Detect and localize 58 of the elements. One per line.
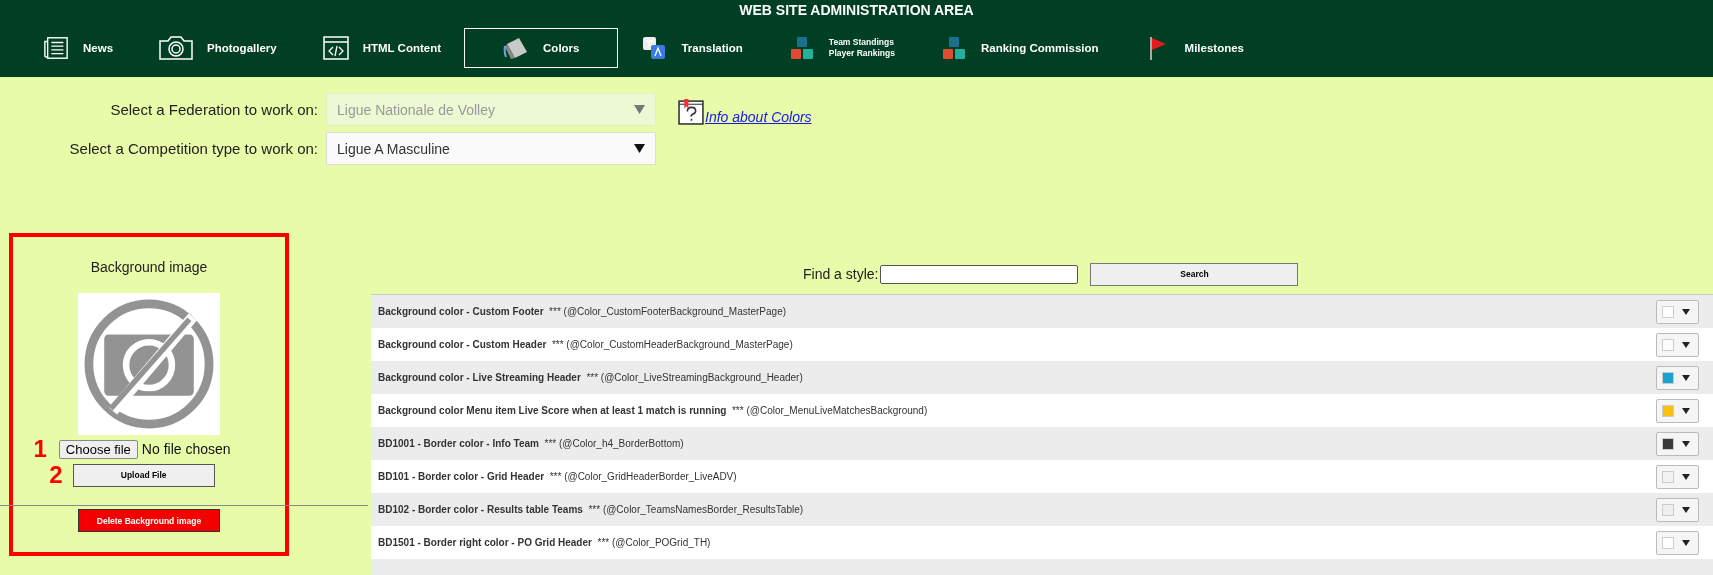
caret-icon	[1682, 407, 1690, 414]
delete-button[interactable]: Delete Background image	[78, 509, 220, 532]
help-book-icon	[678, 98, 705, 125]
color-picker[interactable]	[1656, 431, 1699, 456]
translate-icon	[641, 36, 668, 60]
color-picker[interactable]	[1656, 398, 1699, 423]
color-picker[interactable]	[1656, 530, 1699, 555]
caret-icon	[1682, 341, 1690, 348]
style-name: Background color Menu item Live Score when at least 1 match is running *** (@Color_MenuLiveMatchesBackground)	[378, 405, 928, 416]
nav-tab[interactable]: HTML Content	[299, 28, 465, 68]
style-name: BD102 - Border color - Results table Teams *** (@Color_TeamsNamesBorder_ResultsTable)	[378, 504, 804, 515]
color-picker[interactable]	[1656, 365, 1699, 390]
search-field[interactable]	[880, 264, 1079, 284]
selector-label: Select a Competition type to work on:	[68, 140, 319, 157]
dropdown[interactable]: Ligue A Masculine	[326, 132, 656, 165]
code-window-icon	[322, 36, 349, 60]
selector-label: Select a Federation to work on:	[109, 101, 319, 118]
panel-title: Background image	[90, 259, 208, 275]
color-picker[interactable]	[1656, 464, 1699, 489]
style-name: Background color - Custom Header *** (@Color_CustomHeaderBackground_MasterPage)	[378, 339, 793, 350]
style-name: BD1001 - Border color - Info Team *** (@Color_h4_BorderBottom)	[378, 438, 684, 449]
caret-icon	[634, 144, 645, 153]
caret-icon	[1682, 308, 1690, 315]
caret-icon	[634, 105, 645, 114]
search-button[interactable]: Search	[1090, 262, 1299, 286]
search-label: Find a style:	[803, 266, 879, 282]
nav-tab[interactable]: Team Standings Player Rankings	[765, 28, 918, 68]
site-title: WEB SITE ADMINISTRATION AREA	[738, 1, 975, 20]
nav-tab[interactable]: News	[20, 28, 137, 68]
nav-tab[interactable]: Ranking Commission	[918, 28, 1122, 68]
paint-bucket-icon	[503, 36, 530, 60]
file-status: No file chosen	[141, 441, 231, 457]
color-picker[interactable]	[1656, 497, 1699, 522]
color-picker[interactable]	[1656, 299, 1699, 324]
newspaper-icon	[43, 36, 69, 60]
style-name: Background color - Live Streaming Header *** (@Color_LiveStreamingBackground_Header)	[378, 372, 803, 383]
step-number: 1	[33, 437, 47, 461]
style-name: BD1501 - Border right color - PO Grid Header *** (@Color_POGrid_TH)	[378, 537, 711, 548]
caret-icon	[1682, 539, 1690, 546]
nav-tab[interactable]: Photogallery	[136, 28, 300, 68]
camera-icon	[159, 36, 194, 60]
caret-icon	[1682, 506, 1690, 513]
upload-button[interactable]: Upload File	[72, 463, 215, 487]
nav-tab[interactable]: Milestones	[1121, 28, 1267, 68]
caret-icon	[1682, 440, 1690, 447]
color-picker[interactable]	[1656, 332, 1699, 357]
nav-tab[interactable]: Colors	[464, 28, 619, 68]
caret-icon	[1682, 374, 1690, 381]
number-blocks-icon	[941, 36, 967, 60]
info-link[interactable]: Info about Colors	[705, 109, 812, 125]
nav-tab[interactable]: Translation	[618, 28, 766, 68]
style-name: Background color - Custom Footer *** (@Color_CustomFooterBackground_MasterPage)	[378, 306, 787, 317]
step-number: 2	[49, 463, 63, 487]
caret-icon	[1682, 473, 1690, 480]
no-image-icon	[78, 293, 220, 435]
style-name: BD101 - Border color - Grid Header *** (@Color_GridHeaderBorder_LiveADV)	[378, 471, 737, 482]
number-blocks-icon	[788, 36, 815, 60]
choose-file-button[interactable]: Choose file	[58, 439, 138, 459]
